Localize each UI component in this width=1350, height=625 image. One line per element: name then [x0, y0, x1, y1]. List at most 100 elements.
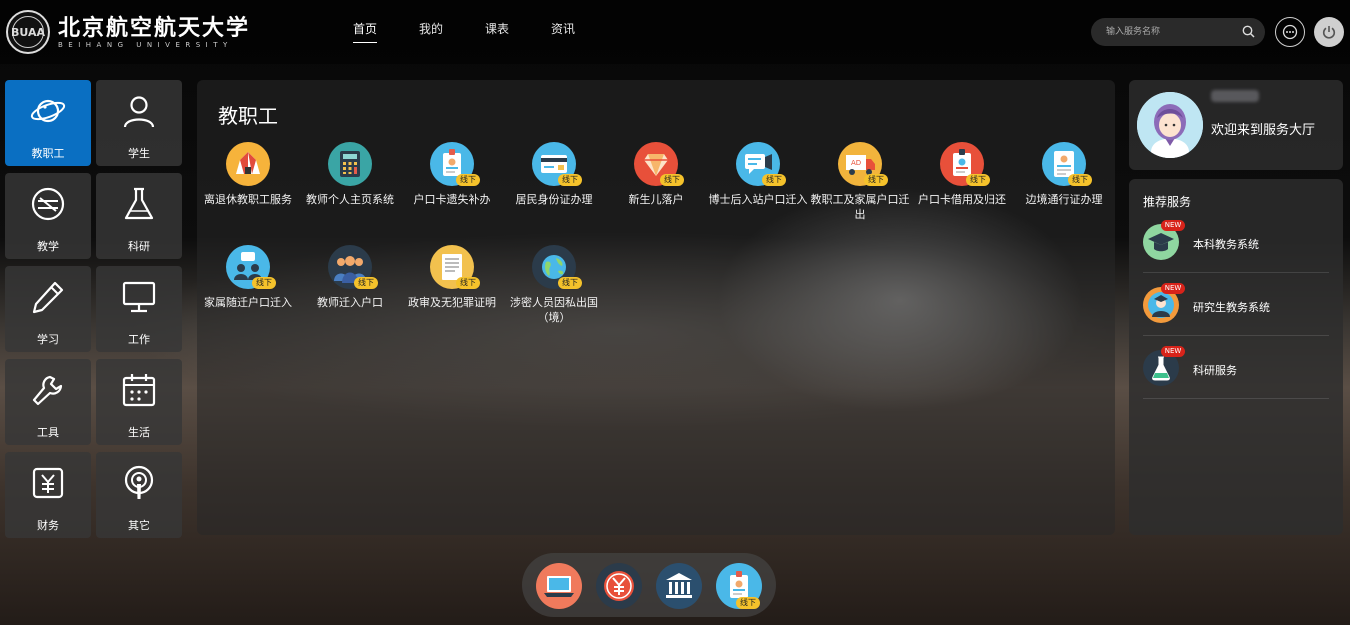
- category-label: 教职工: [31, 147, 65, 160]
- service-panel: 教职工 离退休教职工服务 教师个人主页系统 线下 户口卡遗失补办 线下 居民身份…: [197, 80, 1115, 535]
- dock-bank[interactable]: [656, 563, 702, 609]
- top-bar: BUAA 北京航空航天大学 BEIHANG UNIVERSITY 首页 我的 课…: [0, 0, 1350, 64]
- category-research[interactable]: 科研: [96, 173, 182, 259]
- category-label: 学习: [37, 333, 59, 346]
- service-label: 居民身份证办理: [515, 193, 593, 206]
- svg-text:AD: AD: [851, 159, 861, 167]
- category-label: 学生: [128, 147, 150, 160]
- dock-finance[interactable]: [596, 563, 642, 609]
- service-label: 涉密人员因私出国（境）: [510, 296, 598, 324]
- service-hukou-card-borrow[interactable]: 线下 户口卡借用及归还: [912, 142, 1012, 207]
- service-staff-hukou-out[interactable]: AD 线下 教职工及家属户口迁出: [810, 142, 910, 222]
- service-label: 教师个人主页系统: [306, 193, 394, 206]
- category-label: 工具: [37, 426, 59, 439]
- power-icon[interactable]: [1314, 17, 1344, 47]
- quick-dock: 线下: [522, 553, 776, 617]
- category-label: 财务: [37, 519, 59, 532]
- planet-icon: [30, 99, 66, 123]
- rec-label: 本科教务系统: [1193, 238, 1259, 251]
- offline-badge: 线下: [456, 277, 480, 289]
- service-hukou-card-reissue[interactable]: 线下 户口卡遗失补办: [402, 142, 502, 207]
- avatar-icon[interactable]: [1137, 92, 1203, 158]
- new-badge: NEW: [1161, 283, 1185, 294]
- nav-home[interactable]: 首页: [353, 20, 378, 43]
- university-logo[interactable]: BUAA 北京航空航天大学 BEIHANG UNIVERSITY: [6, 10, 250, 54]
- new-badge: NEW: [1161, 220, 1185, 231]
- welcome-text: 欢迎来到服务大厅: [1211, 123, 1316, 138]
- service-label: 户口卡借用及归还: [918, 193, 1006, 206]
- finance-icon: [32, 467, 64, 499]
- rec-undergrad-system[interactable]: NEW 本科教务系统: [1143, 210, 1329, 273]
- service-retired-staff[interactable]: 离退休教职工服务: [198, 142, 298, 207]
- service-newborn-hukou[interactable]: 线下 新生儿落户: [606, 142, 706, 207]
- globe-icon: 线下: [532, 245, 582, 289]
- user-name-blurred: [1211, 90, 1259, 102]
- document-icon: 线下: [1042, 142, 1092, 186]
- search-input[interactable]: [1104, 26, 1242, 38]
- rec-research-service[interactable]: NEW 科研服务: [1143, 336, 1329, 399]
- offline-badge: 线下: [252, 277, 276, 289]
- flask-icon: [124, 187, 154, 220]
- nav-mine[interactable]: 我的: [419, 20, 443, 43]
- category-life[interactable]: 生活: [96, 359, 182, 445]
- rec-label: 科研服务: [1193, 364, 1237, 377]
- service-teacher-hukou-in[interactable]: 线下 教师迁入户口: [300, 245, 400, 310]
- category-tools[interactable]: 工具: [5, 359, 91, 445]
- offline-badge: 线下: [864, 174, 888, 186]
- id-badge-icon: 线下: [430, 142, 480, 186]
- rec-label: 研究生教务系统: [1193, 301, 1270, 314]
- category-finance[interactable]: 财务: [5, 452, 91, 538]
- service-label: 边境通行证办理: [1025, 193, 1103, 206]
- search-icon[interactable]: [1242, 23, 1255, 42]
- nav-schedule[interactable]: 课表: [485, 20, 509, 43]
- offline-badge: 线下: [354, 277, 378, 289]
- circus-tent-icon: [226, 142, 270, 186]
- category-sidebar: 教职工 学生 教学 科研 学习 工作 工具 生活 财务 其它: [5, 80, 182, 538]
- rec-graduate-system[interactable]: NEW 研究生教务系统: [1143, 273, 1329, 336]
- dock-id-badge[interactable]: 线下: [716, 563, 762, 609]
- category-work[interactable]: 工作: [96, 266, 182, 352]
- chat-screen-icon: 线下: [736, 142, 786, 186]
- university-seal-icon: BUAA: [6, 10, 50, 54]
- pencil-icon: [32, 281, 64, 314]
- service-label: 户口卡遗失补办: [413, 193, 491, 206]
- service-classified-travel[interactable]: 线下 涉密人员因私出国（境）: [504, 245, 604, 325]
- category-study[interactable]: 学习: [5, 266, 91, 352]
- service-political-review[interactable]: 线下 政审及无犯罪证明: [402, 245, 502, 310]
- dock-computer[interactable]: [536, 563, 582, 609]
- category-staff[interactable]: 教职工: [5, 80, 91, 166]
- yuan-coin-icon: [596, 563, 642, 609]
- service-label: 家属随迁户口迁入: [204, 296, 292, 309]
- service-teacher-homepage[interactable]: 教师个人主页系统: [300, 142, 400, 207]
- main-nav: 首页 我的 课表 资讯: [353, 20, 617, 43]
- chat-icon[interactable]: [1275, 17, 1305, 47]
- category-label: 科研: [128, 240, 150, 253]
- welcome-card: 欢迎来到服务大厅: [1129, 80, 1343, 170]
- offline-badge: 线下: [1068, 174, 1092, 186]
- monitor-icon: [122, 281, 156, 313]
- certificate-icon: 线下: [430, 245, 480, 289]
- category-other[interactable]: 其它: [96, 452, 182, 538]
- offline-badge: 线下: [762, 174, 786, 186]
- offline-badge: 线下: [558, 277, 582, 289]
- service-family-hukou-in[interactable]: 线下 家属随迁户口迁入: [198, 245, 298, 310]
- teaching-icon: [31, 187, 65, 221]
- nav-news[interactable]: 资讯: [551, 20, 575, 43]
- service-border-permit[interactable]: 线下 边境通行证办理: [1014, 142, 1114, 207]
- service-label: 博士后入站户口迁入: [708, 193, 808, 206]
- category-student[interactable]: 学生: [96, 80, 182, 166]
- category-label: 教学: [37, 240, 59, 253]
- service-id-card[interactable]: 线下 居民身份证办理: [504, 142, 604, 207]
- teachers-icon: 线下: [328, 245, 378, 289]
- service-label: 教职工及家属户口迁出: [810, 193, 910, 221]
- calculator-icon: [328, 142, 372, 186]
- seal-text: BUAA: [11, 16, 45, 48]
- university-name-cn: 北京航空航天大学: [58, 14, 251, 41]
- service-postdoc-hukou[interactable]: 线下 博士后入站户口迁入: [708, 142, 808, 207]
- computer-icon: [536, 563, 582, 609]
- offline-badge: 线下: [456, 174, 480, 186]
- category-teaching[interactable]: 教学: [5, 173, 91, 259]
- bank-icon: [656, 563, 702, 609]
- service-search: [1091, 18, 1265, 46]
- offline-badge: 线下: [736, 597, 760, 609]
